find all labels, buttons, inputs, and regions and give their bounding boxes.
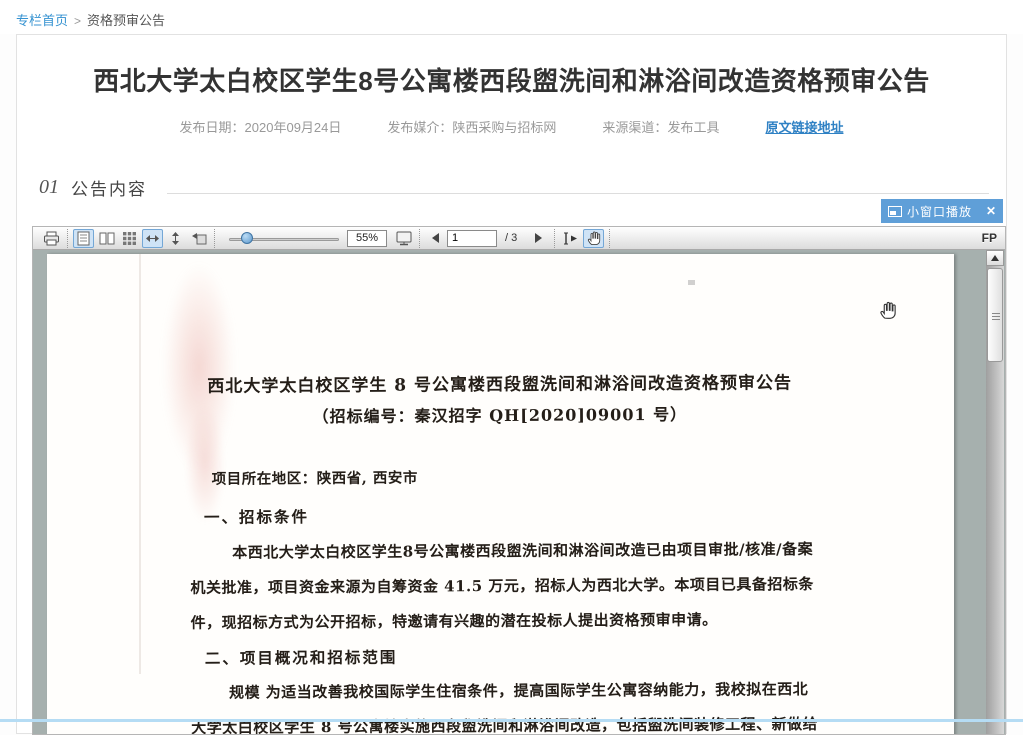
source-channel: 来源渠道：发布工具	[602, 117, 719, 136]
viewer-brand-logo: FP	[982, 231, 997, 245]
monitor-icon	[396, 231, 412, 246]
vertical-scrollbar[interactable]	[986, 250, 1004, 734]
publish-media: 发布媒介：陕西采购与招标网	[387, 117, 556, 136]
text-select-tool-button[interactable]	[560, 229, 581, 248]
toolbar-separator	[554, 229, 555, 248]
document-text-line: 大学太白校区学生 8 号公寓楼实施西段盥洗间和淋浴间改造，包括盥洗间装修工程、新…	[191, 713, 816, 734]
next-page-button[interactable]	[528, 229, 549, 248]
hand-cursor-icon	[878, 300, 898, 325]
viewer-stage[interactable]: 西北大学太白校区学生 8 号公寓楼西段盥洗间和淋浴间改造资格预审公告 （招标编号…	[33, 250, 1005, 734]
fit-width-button[interactable]	[142, 229, 163, 248]
meta-row: 发布日期：2020年09月24日 发布媒介：陕西采购与招标网 来源渠道：发布工具…	[17, 117, 1006, 136]
content-card: 西北大学太白校区学生8号公寓楼西段盥洗间和淋浴间改造资格预审公告 发布日期：20…	[16, 34, 1007, 734]
fit-page-icon	[191, 231, 207, 245]
document-section1-heading: 一、招标条件	[190, 502, 815, 528]
single-page-icon	[77, 231, 90, 246]
previous-page-button[interactable]	[425, 229, 446, 248]
section-number: 01	[39, 176, 59, 199]
fit-height-button[interactable]	[165, 229, 186, 248]
publish-media-value: 陕西采购与招标网	[452, 120, 556, 135]
small-window-play-button[interactable]: 小窗口播放 ✕	[881, 199, 1003, 223]
document-content: 西北大学太白校区学生 8 号公寓楼西段盥洗间和淋浴间改造资格预审公告 （招标编号…	[45, 251, 955, 734]
document-viewer: 55% / 3	[32, 226, 1006, 735]
document-body: 项目所在地区：陕西省, 西安市 一、招标条件 本西北大学太白校区学生8号公寓楼西…	[190, 456, 815, 460]
toolbar-separator	[67, 229, 68, 248]
grid-icon	[122, 231, 137, 246]
document-location: 项目所在地区：陕西省, 西安市	[190, 464, 815, 489]
document-tender-number: （招标编号：秦汉招字 QH[2020]09001 号）	[46, 399, 953, 429]
viewer-toolbar: 55% / 3	[33, 227, 1005, 250]
scroll-up-button[interactable]	[986, 250, 1004, 266]
scrollbar-grip	[992, 313, 1000, 320]
zoom-slider[interactable]	[229, 229, 339, 248]
hand-tool-icon	[586, 230, 602, 246]
single-page-view-button[interactable]	[73, 229, 94, 248]
toolbar-separator	[419, 229, 420, 248]
breadcrumb-current: 资格预审公告	[87, 13, 165, 28]
printer-icon	[43, 231, 60, 246]
close-icon[interactable]: ✕	[986, 204, 996, 218]
zoom-level-value[interactable]: 55%	[347, 230, 387, 247]
publish-date-label: 发布日期：	[180, 120, 245, 135]
breadcrumb-separator: >	[74, 14, 81, 28]
breadcrumb-home-link[interactable]: 专栏首页	[16, 13, 68, 28]
fit-height-icon	[169, 231, 182, 246]
document-title: 西北大学太白校区学生 8 号公寓楼西段盥洗间和淋浴间改造资格预审公告	[46, 367, 953, 398]
document-section2-heading: 二、项目概况和招标范围	[191, 643, 816, 669]
document-text-line: 本西北大学太白校区学生8号公寓楼西段盥洗间和淋浴间改造已由项目审批/核准/备案	[190, 538, 815, 563]
document-text-line: 机关批准，项目资金来源为自筹资金 41.5 万元，招标人为西北大学。本项目已具备…	[190, 573, 815, 598]
toolbar-separator	[214, 229, 215, 248]
top-bar: 专栏首页 > 资格预审公告	[0, 0, 1023, 34]
breadcrumb: 专栏首页 > 资格预审公告	[16, 10, 165, 29]
section-label: 公告内容	[71, 175, 147, 200]
fit-page-button[interactable]	[188, 229, 209, 248]
print-button[interactable]	[41, 229, 62, 248]
next-page-icon	[535, 233, 542, 243]
publish-date-value: 2020年09月24日	[245, 120, 342, 135]
hand-tool-button[interactable]	[583, 229, 604, 248]
original-link[interactable]: 原文链接地址	[765, 117, 843, 136]
fit-width-icon	[145, 232, 160, 245]
two-page-view-button[interactable]	[96, 229, 117, 248]
thumbnail-grid-button[interactable]	[119, 229, 140, 248]
previous-page-icon	[432, 233, 439, 243]
publish-date: 发布日期：2020年09月24日	[180, 117, 342, 136]
page-total-label: / 3	[505, 232, 517, 244]
toolbar-separator	[609, 229, 610, 248]
source-channel-label: 来源渠道：	[602, 120, 667, 135]
section-divider	[167, 193, 989, 194]
two-page-icon	[99, 231, 115, 246]
document-text-line: 件，现招标方式为公开招标，特邀请有兴趣的潜在投标人提出资格预审申请。	[191, 608, 816, 633]
section-header: 01 公告内容	[39, 175, 147, 200]
text-select-icon	[562, 231, 579, 246]
document-text-line: 规模 为适当改善我校国际学生住宿条件，提高国际学生公寓容纳能力，我校拟在西北	[191, 678, 816, 703]
pdf-page[interactable]: 西北大学太白校区学生 8 号公寓楼西段盥洗间和淋浴间改造资格预审公告 （招标编号…	[47, 254, 954, 734]
scroll-up-icon	[991, 255, 999, 261]
source-channel-value: 发布工具	[667, 120, 719, 135]
page-title: 西北大学太白校区学生8号公寓楼西段盥洗间和淋浴间改造资格预审公告	[17, 61, 1006, 98]
scrollbar-thumb[interactable]	[987, 268, 1003, 362]
page-number-input[interactable]	[447, 230, 497, 247]
publish-media-label: 发布媒介：	[387, 120, 452, 135]
zoom-slider-knob[interactable]	[241, 232, 253, 244]
fullscreen-button[interactable]	[393, 229, 414, 248]
small-window-play-label: 小窗口播放	[907, 203, 980, 220]
picture-in-picture-icon	[888, 206, 902, 217]
